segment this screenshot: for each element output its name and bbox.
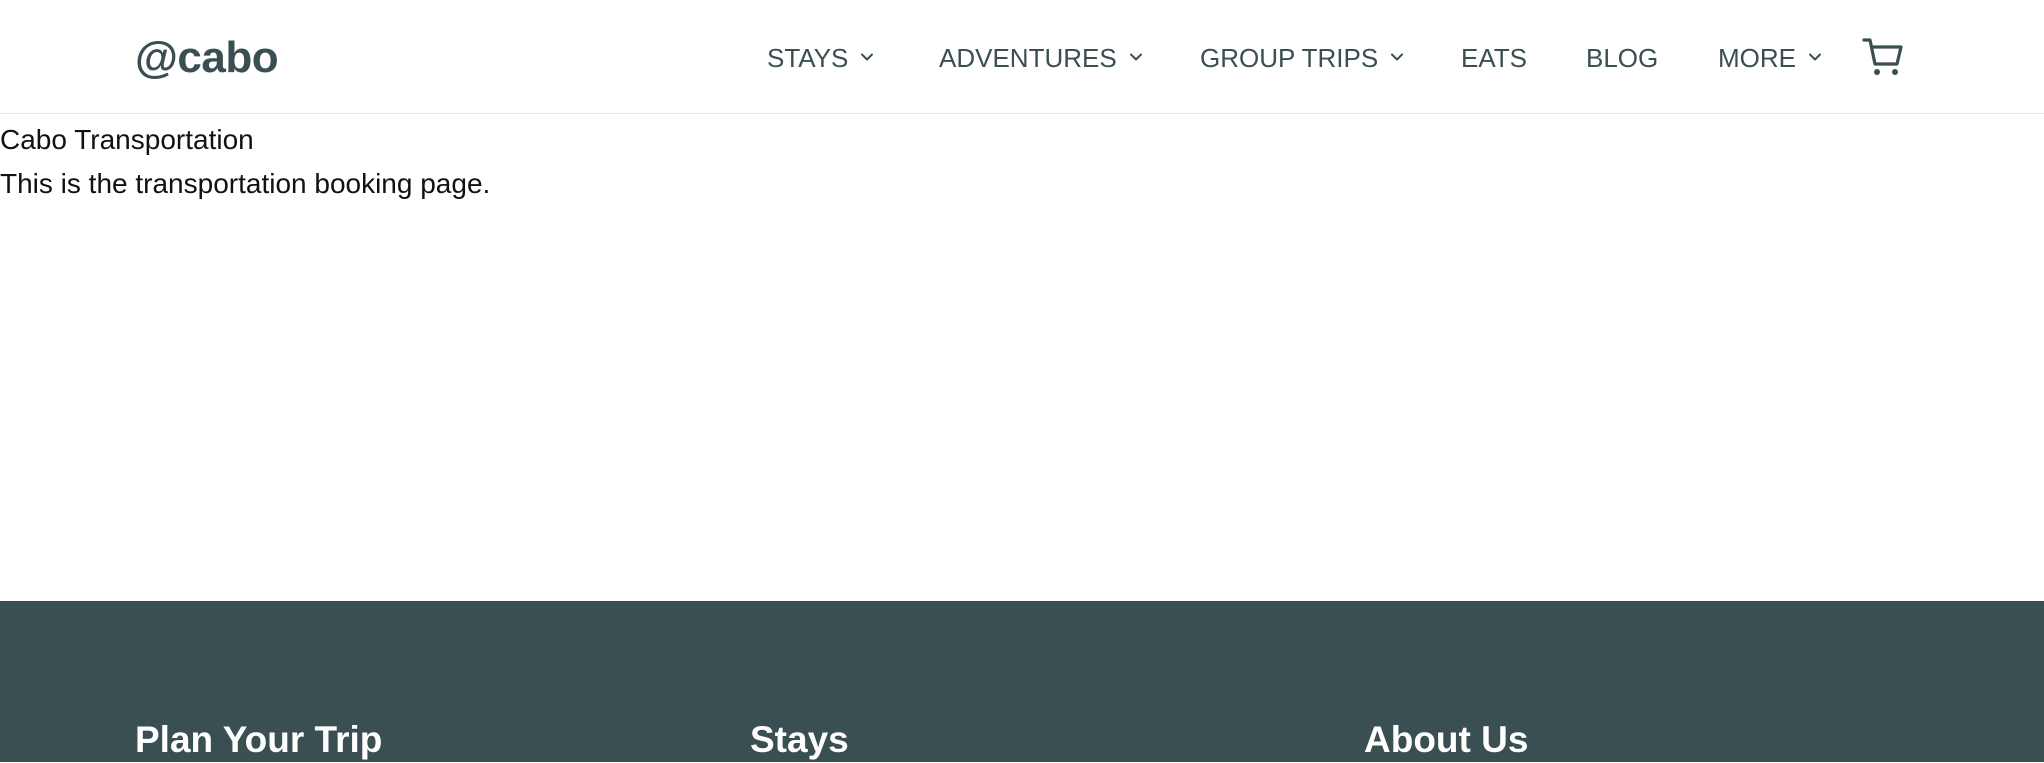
shopping-cart-icon[interactable] (1862, 36, 1904, 78)
chevron-down-icon (1809, 53, 1821, 61)
nav-item-blog[interactable]: BLOG (1586, 40, 1658, 76)
nav-label: ADVENTURES (939, 43, 1117, 73)
nav-item-group-trips[interactable]: GROUP TRIPS (1200, 40, 1404, 76)
nav-label: EATS (1461, 43, 1527, 73)
site-logo[interactable]: @cabo (135, 32, 279, 84)
nav-item-adventures[interactable]: ADVENTURES (939, 40, 1143, 76)
nav-label: GROUP TRIPS (1200, 43, 1379, 73)
site-footer: Plan Your Trip Stays About Us (0, 601, 2044, 762)
nav-label: STAYS (767, 43, 849, 73)
main-content: Cabo Transportation This is the transpor… (0, 118, 490, 206)
site-header: @cabo STAYS ADVENTURES GROUP TRIPS EATS … (0, 0, 2044, 114)
chevron-down-icon (1391, 53, 1404, 61)
footer-heading-stays: Stays (750, 719, 849, 760)
nav-label: BLOG (1586, 43, 1659, 73)
footer-heading-about-us: About Us (1364, 719, 1529, 760)
nav-item-stays[interactable]: STAYS (767, 40, 874, 76)
footer-heading-plan-your-trip: Plan Your Trip (135, 719, 383, 760)
nav-label: MORE (1718, 43, 1796, 73)
nav-item-more[interactable]: MORE (1718, 40, 1822, 76)
chevron-down-icon (861, 53, 874, 61)
page-description: This is the transportation booking page. (0, 168, 491, 199)
chevron-down-icon (1129, 53, 1142, 61)
page-title: Cabo Transportation (0, 124, 254, 155)
nav-item-eats[interactable]: EATS (1461, 40, 1527, 76)
